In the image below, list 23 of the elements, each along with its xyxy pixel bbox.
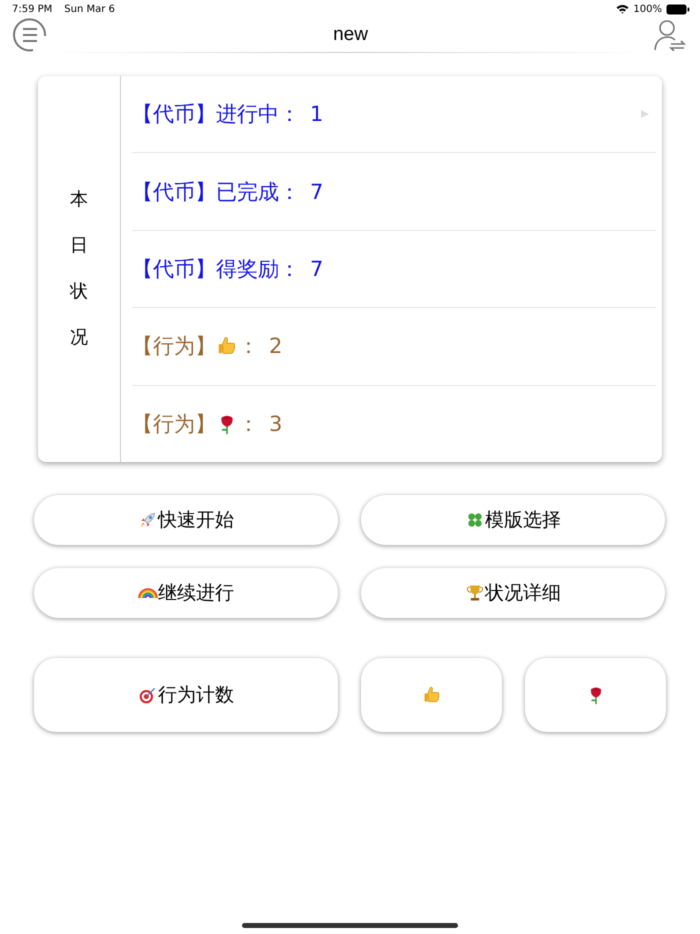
rainbow-icon xyxy=(138,588,158,598)
thumbs-up-icon xyxy=(422,685,442,705)
battery-percent: 100% xyxy=(633,4,662,14)
switch-user-icon[interactable] xyxy=(654,19,686,51)
summary-row-text: 【代币】已完成： 7 xyxy=(132,178,324,206)
summary-row-text: 【代币】进行中： 1 xyxy=(132,101,324,128)
menu-button[interactable]: 状况详细 xyxy=(361,568,665,618)
menu-button[interactable]: 继续进行 xyxy=(34,568,338,618)
target-icon xyxy=(138,685,158,705)
nav-title: new xyxy=(333,24,368,46)
status-date: Sun Mar 6 xyxy=(64,4,115,14)
menu-button[interactable]: 模版选择 xyxy=(361,495,665,545)
menu-icon[interactable] xyxy=(13,18,47,52)
count-button[interactable]: 行为计数 xyxy=(34,658,338,732)
summary-row-text: 【行为】 ： 3 xyxy=(132,410,282,438)
menu-button[interactable]: 快速开始 xyxy=(34,495,338,545)
summary-row-text: 【行为】 ： 2 xyxy=(132,333,282,360)
battery-icon xyxy=(666,4,690,14)
summary-row-text: 【代币】得奖励： 7 xyxy=(132,256,324,284)
wifi-icon xyxy=(616,4,630,14)
status-time: 7:59 PM xyxy=(12,4,52,14)
side-label: 本日状况 xyxy=(70,188,88,350)
trophy-icon xyxy=(465,583,485,603)
